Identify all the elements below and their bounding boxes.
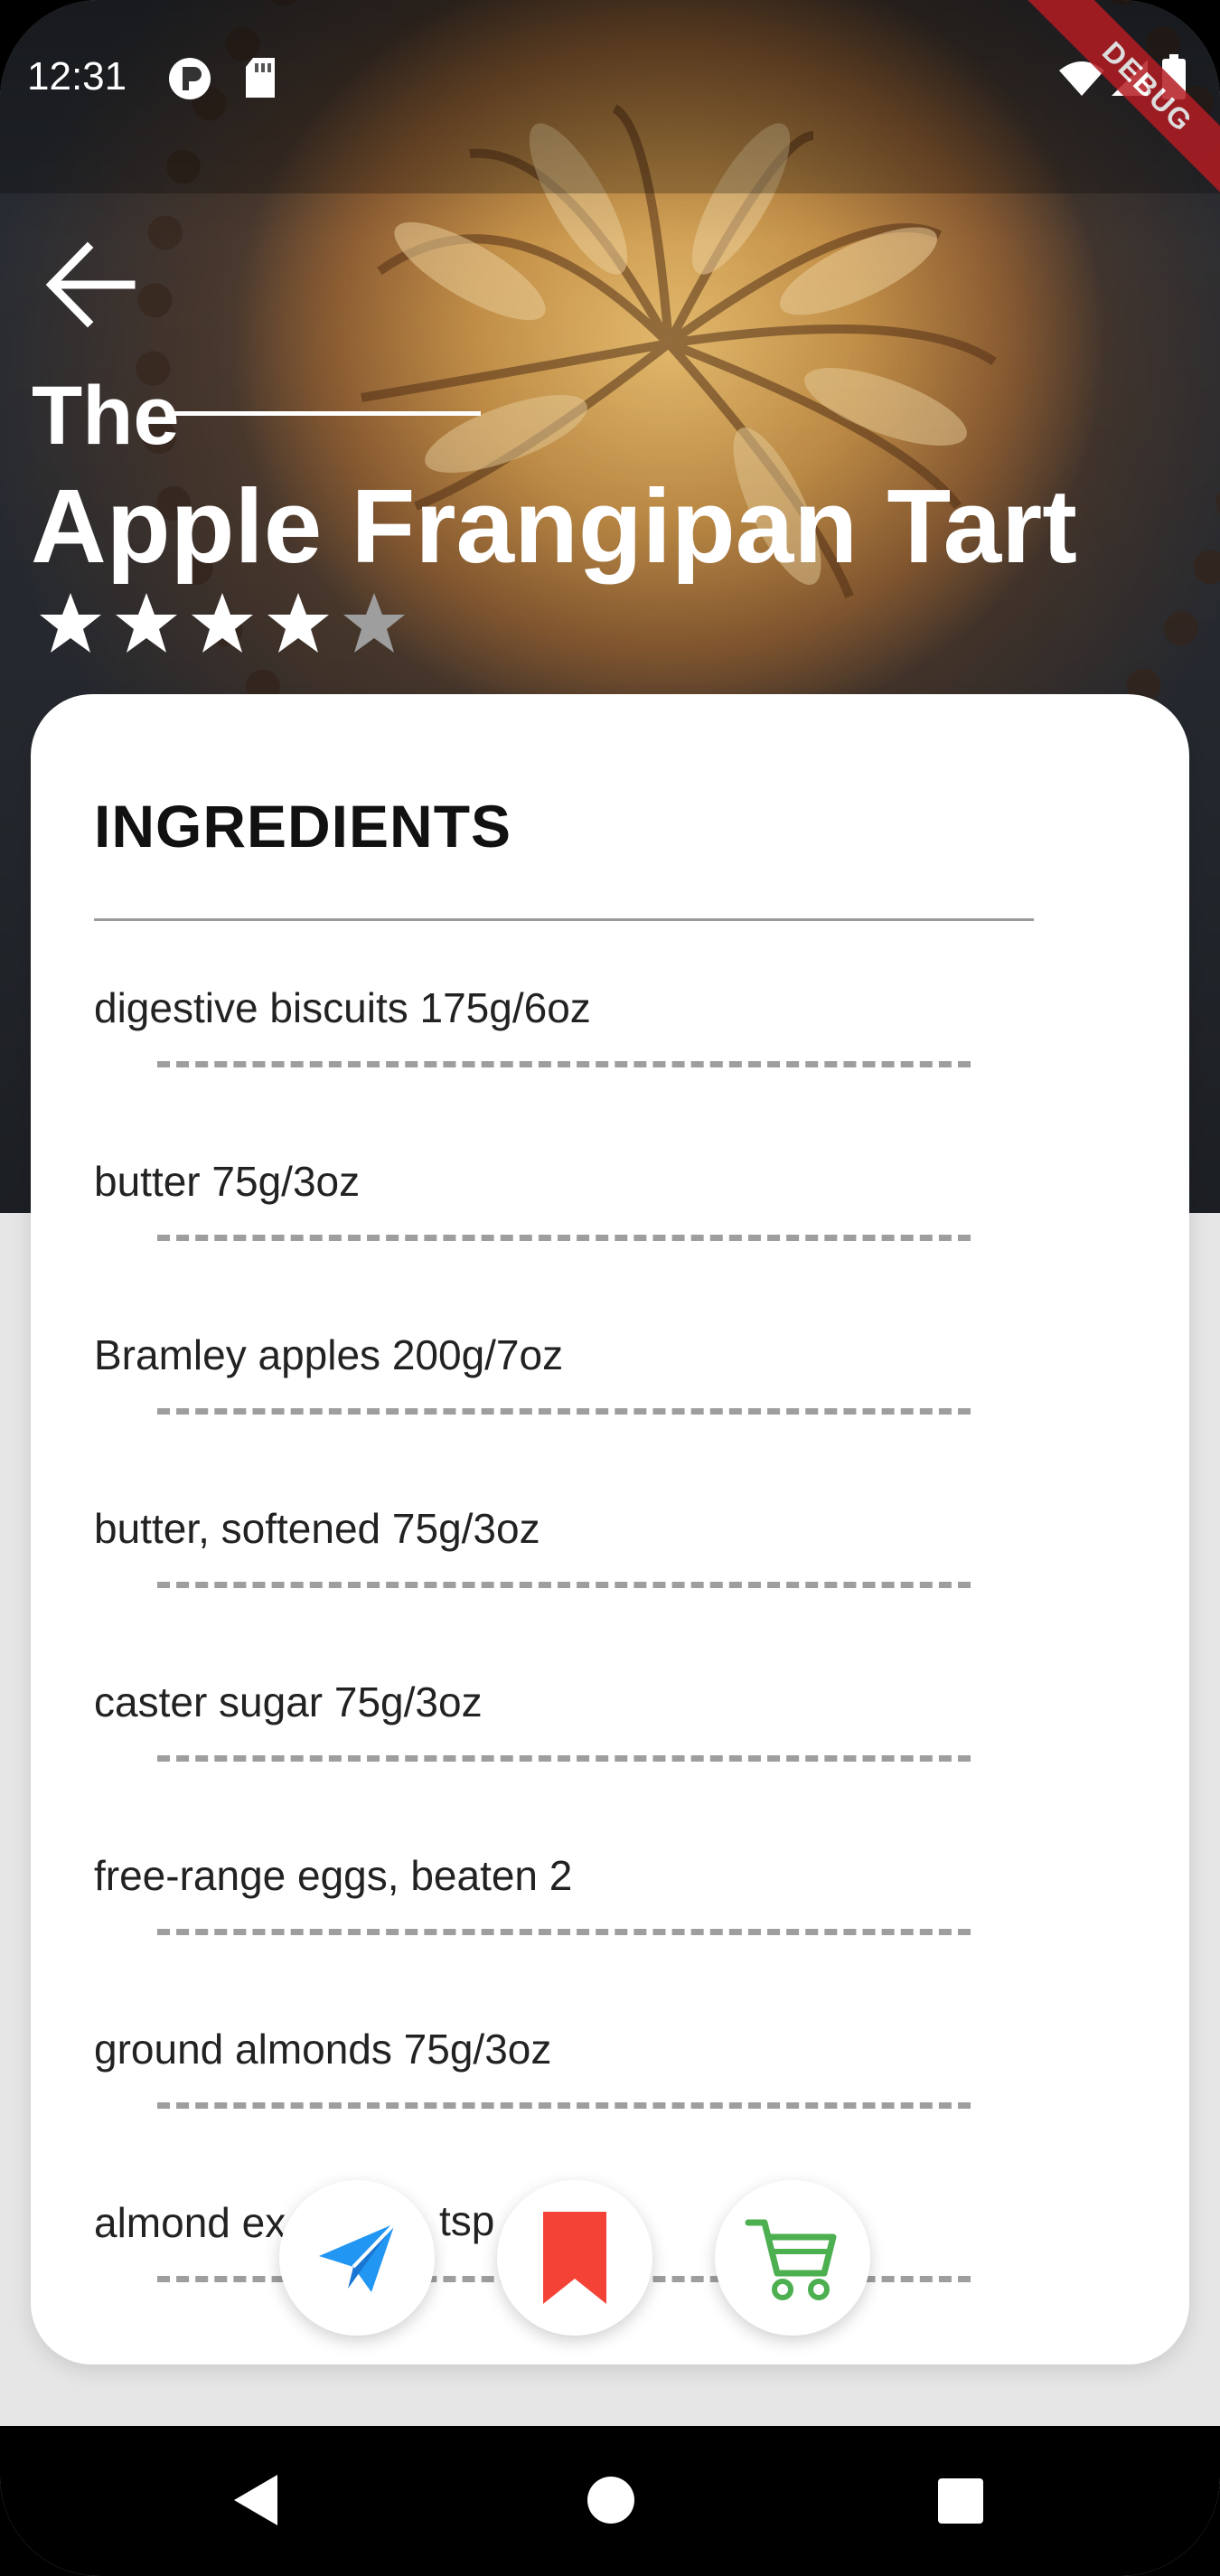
recipe-title: Apple Frangipan Tart	[31, 467, 1077, 585]
system-nav-bar	[0, 2426, 1220, 2576]
ingredient-text: Bramley apples 200g/7oz	[94, 1331, 564, 1378]
rating-stars	[36, 589, 408, 662]
bookmark-icon	[543, 2212, 606, 2304]
heading-divider	[94, 918, 1034, 921]
ingredient-dashed-divider	[157, 2102, 971, 2109]
ingredients-heading: INGREDIENTS	[94, 793, 512, 860]
share-button[interactable]	[279, 2180, 435, 2336]
ingredient-row: butter, softened 75g/3oz	[94, 1504, 1088, 1678]
ingredient-text: caster sugar 75g/3oz	[94, 1678, 483, 1725]
ingredient-row: caster sugar 75g/3oz	[94, 1678, 1088, 1851]
star-filled-icon	[116, 593, 177, 653]
bookmark-button[interactable]	[497, 2180, 652, 2336]
ingredient-dashed-divider	[157, 1061, 971, 1067]
star-empty-icon	[343, 593, 405, 653]
paper-plane-icon	[319, 2222, 397, 2292]
ingredient-dashed-divider	[157, 1408, 971, 1415]
title-prefix: The	[32, 370, 180, 462]
shopping-cart-icon	[745, 2219, 837, 2300]
ingredient-text: almond ex	[94, 2199, 286, 2246]
app-screen: 12:31 DEBUG The Apple Frangipan Tart ING…	[0, 0, 1220, 2576]
ingredient-fragment: tsp	[439, 2197, 495, 2244]
ingredient-text: free-range eggs, beaten 2	[94, 1852, 573, 1899]
star-filled-icon	[40, 593, 101, 653]
status-bar: 12:31 DEBUG	[0, 0, 1220, 210]
arrow-left-icon[interactable]	[41, 235, 140, 334]
ingredient-text: butter, softened 75g/3oz	[94, 1505, 540, 1552]
cart-button[interactable]	[715, 2180, 870, 2336]
ingredient-dashed-divider	[157, 1235, 971, 1241]
ingredient-dashed-divider	[157, 1582, 971, 1588]
sd-card-icon	[246, 58, 275, 98]
star-filled-icon	[267, 593, 329, 653]
home-circle-icon[interactable]	[586, 2475, 636, 2525]
ingredients-card: INGREDIENTS digestive biscuits 175g/6oz b…	[31, 694, 1189, 2364]
ingredient-dashed-divider	[157, 1929, 971, 1935]
ingredient-text: butter 75g/3oz	[94, 1158, 361, 1205]
ingredient-text: digestive biscuits 175g/6oz	[94, 984, 591, 1031]
recents-square-icon[interactable]	[936, 2477, 985, 2525]
ingredient-row: digestive biscuits 175g/6oz	[94, 983, 1088, 1157]
ingredient-row: Bramley apples 200g/7oz	[94, 1330, 1088, 1504]
ingredient-row: free-range eggs, beaten 2	[94, 1851, 1088, 2025]
ingredient-row: ground almonds 75g/3oz	[94, 2025, 1088, 2198]
clock: 12:31	[27, 54, 127, 99]
ingredient-dashed-divider	[157, 1755, 971, 1762]
star-filled-icon	[192, 593, 253, 653]
ingredient-row: butter 75g/3oz	[94, 1157, 1088, 1330]
ingredient-text: ground almonds 75g/3oz	[94, 2026, 552, 2073]
back-triangle-icon[interactable]	[230, 2471, 281, 2529]
title-divider	[172, 411, 481, 416]
p-badge-icon	[169, 58, 211, 99]
